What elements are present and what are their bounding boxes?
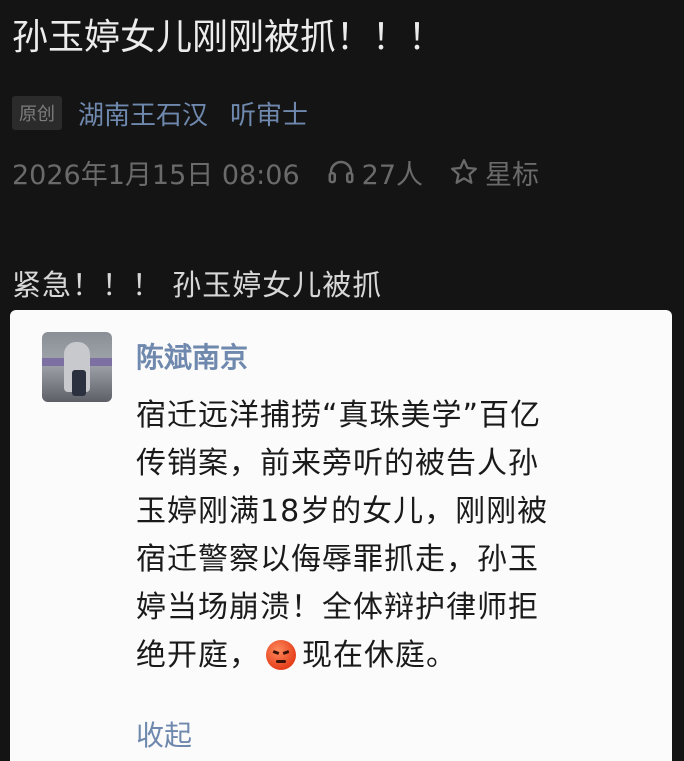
article-title: 孙玉婷女儿刚刚被抓！！！ [12,17,445,58]
account-link[interactable]: 听审士 [230,95,308,132]
avatar[interactable] [42,332,112,402]
listener-count: 27人 [361,159,423,191]
post-line-last-start: 绝开庭， [136,638,260,673]
post-line: 传销案，前来旁听的被告人孙 [136,446,539,481]
poster-name[interactable]: 陈斌南京 [136,336,248,376]
collapse-button[interactable]: 收起 [136,714,192,754]
post-body: 宿迁远洋捕捞“真珠美学”百亿 传销案，前来旁听的被告人孙 玉婷刚满18岁的女儿，… [136,392,636,680]
star-label[interactable]: 星标 [485,153,539,192]
original-badge: 原创 [12,96,62,130]
post-line-last: 绝开庭， 现在休庭。 [136,632,636,680]
post-line: 婷当场崩溃！全体辩护律师拒 [136,590,539,625]
avatar-figure-base [72,370,86,396]
post-line-last-end: 现在休庭。 [302,638,457,673]
post-line: 宿迁远洋捕捞“真珠美学”百亿 [136,398,542,433]
quoted-post-card: 陈斌南京 宿迁远洋捕捞“真珠美学”百亿 传销案，前来旁听的被告人孙 玉婷刚满18… [10,310,672,761]
star-outline-icon[interactable] [449,157,479,187]
post-line: 玉婷刚满18岁的女儿，刚刚被 [136,494,549,529]
angry-face-icon [266,640,296,670]
article-meta-authors: 原创 湖南王石汉 听审士 [12,93,330,133]
article-meta-stats: 2026年1月15日 08:06 27人 星标 [12,151,539,193]
lead-paragraph: 紧急！！！ 孙玉婷女儿被抓 [12,268,383,302]
author-link[interactable]: 湖南王石汉 [78,95,208,132]
post-line: 宿迁警察以侮辱罪抓走，孙玉 [136,542,539,577]
headphones-icon [328,160,354,184]
publish-date: 2026年1月15日 08:06 [12,159,300,191]
